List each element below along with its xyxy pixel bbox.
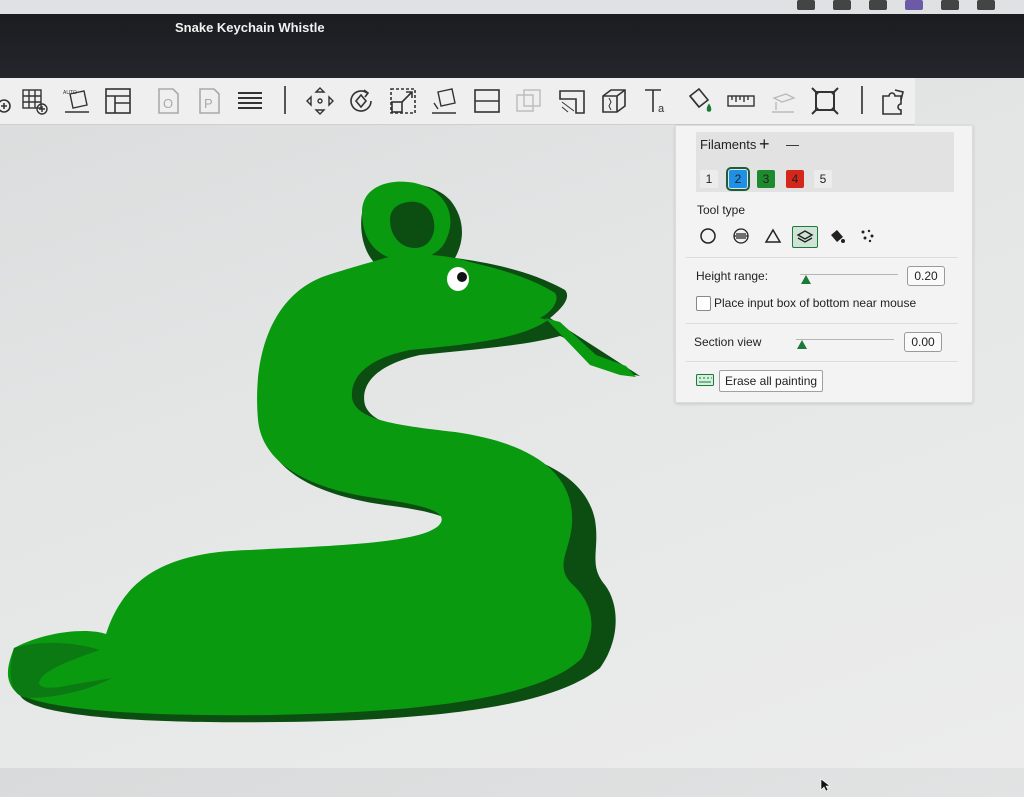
snake-model-top: [7, 181, 636, 716]
cut-icon[interactable]: [512, 84, 546, 118]
filament-label: 5: [819, 172, 827, 186]
sphere-tool-icon[interactable]: [729, 226, 753, 246]
auto-arrange-icon[interactable]: AUTO: [60, 84, 94, 118]
layers-icon[interactable]: [233, 84, 267, 118]
place-input-box-label[interactable]: Place input box of bottom near mouse: [714, 296, 916, 310]
slider-track: [796, 339, 894, 340]
filament-2-button[interactable]: 2: [726, 167, 750, 191]
grid-icon[interactable]: [18, 84, 52, 118]
svg-text:a: a: [658, 103, 665, 115]
status-icon[interactable]: [833, 0, 851, 10]
keyboard-icon: [696, 374, 714, 389]
circle-tool-icon[interactable]: [696, 226, 720, 246]
window-title: Snake Keychain Whistle: [175, 20, 325, 35]
status-icon[interactable]: [797, 0, 815, 10]
slider-thumb[interactable]: [801, 275, 811, 284]
text-icon[interactable]: a: [640, 84, 674, 118]
height-range-tool-icon[interactable]: [792, 226, 818, 248]
toolbar-divider: [861, 86, 863, 114]
filaments-section: Filaments + — 1 2 3 4 5: [696, 132, 954, 192]
svg-text:O: O: [163, 96, 173, 111]
divider: [686, 323, 958, 324]
filament-1-button[interactable]: 1: [700, 170, 718, 188]
filament-label: 4: [791, 172, 799, 186]
section-view-label: Section view: [694, 335, 762, 349]
color-paint-icon[interactable]: [682, 84, 716, 118]
erase-all-painting-button[interactable]: Erase all painting: [719, 370, 824, 392]
status-icon[interactable]: [941, 0, 959, 10]
lay-on-face-icon[interactable]: [427, 84, 461, 118]
divider: [686, 361, 958, 362]
main-toolbar: AUTO O P a: [0, 78, 915, 125]
seam-icon[interactable]: [597, 84, 631, 118]
filament-label: 2: [734, 172, 742, 186]
ruler-icon[interactable]: [724, 84, 758, 118]
filament-3-button[interactable]: 3: [757, 170, 775, 188]
place-input-box-checkbox[interactable]: [696, 296, 711, 311]
remove-filament-button[interactable]: —: [786, 137, 799, 152]
svg-text:AUTO: AUTO: [63, 90, 77, 96]
section-view-slider[interactable]: [796, 332, 894, 352]
height-range-input[interactable]: 0.20: [907, 266, 945, 286]
toolbar-divider: [284, 86, 286, 114]
height-range-slider[interactable]: [800, 267, 898, 287]
move-icon[interactable]: [303, 84, 337, 118]
triangle-tool-icon[interactable]: [761, 226, 785, 246]
system-menu-bar: [0, 0, 1024, 14]
color-painting-panel: Filaments + — 1 2 3 4 5 Tool type Height…: [675, 125, 973, 403]
filament-5-button[interactable]: 5: [814, 170, 832, 188]
add-filament-button[interactable]: +: [759, 134, 770, 155]
fill-tool-icon[interactable]: [825, 226, 849, 246]
gap-fill-tool-icon[interactable]: [856, 226, 880, 246]
mouse-cursor: [820, 778, 831, 797]
puzzle-icon[interactable]: [877, 84, 911, 118]
assembly-icon[interactable]: [766, 84, 800, 118]
slider-track: [800, 274, 898, 275]
tool-type-label: Tool type: [697, 203, 746, 217]
filaments-label: Filaments: [700, 137, 757, 152]
divider: [686, 257, 958, 258]
split-icon[interactable]: [470, 84, 504, 118]
support-paint-icon[interactable]: [555, 84, 589, 118]
status-icon[interactable]: [869, 0, 887, 10]
filament-label: 3: [762, 172, 770, 186]
rotate-icon[interactable]: [344, 84, 378, 118]
object-icon[interactable]: O: [151, 84, 185, 118]
status-icon[interactable]: [977, 0, 995, 10]
section-view-input[interactable]: 0.00: [904, 332, 942, 352]
height-range-label: Height range:: [696, 269, 769, 283]
fit-icon[interactable]: [808, 84, 842, 118]
filament-label: 1: [705, 172, 713, 186]
part-icon[interactable]: P: [192, 84, 226, 118]
window-title-bar: Snake Keychain Whistle: [0, 14, 1024, 78]
slider-thumb[interactable]: [797, 340, 807, 349]
status-icon[interactable]: [905, 0, 923, 10]
svg-text:P: P: [204, 96, 213, 111]
filament-4-button[interactable]: 4: [786, 170, 804, 188]
layout-icon[interactable]: [101, 84, 135, 118]
scale-icon[interactable]: [386, 84, 420, 118]
